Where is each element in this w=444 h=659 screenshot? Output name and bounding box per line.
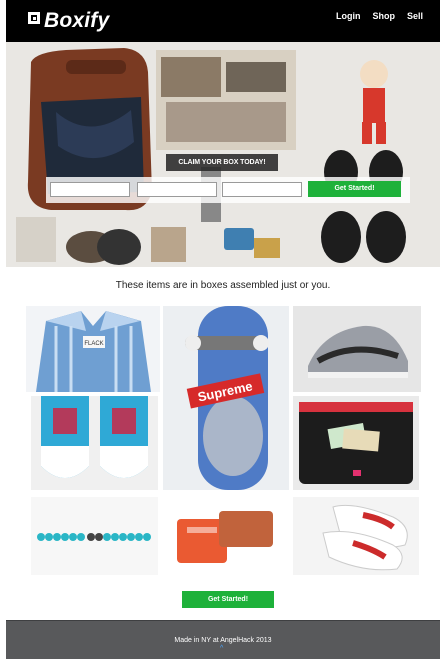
tagline: These items are in boxes assembled just … (115, 280, 331, 291)
footer: Made in NY at AngelHack 2013 ^ (6, 620, 440, 659)
product-tile-slipons[interactable] (31, 396, 158, 490)
product-tile-skateboard[interactable]: Supreme (163, 306, 289, 490)
top-navbar: Boxify Login Shop Sell (6, 0, 440, 42)
nav-login-link[interactable]: Login (336, 11, 361, 21)
product-tile-sneakers-red[interactable] (293, 497, 419, 575)
turquoise-bracelet-image (31, 497, 158, 575)
nav-shop-link[interactable]: Shop (372, 11, 395, 21)
nav-sell-link[interactable]: Sell (407, 11, 423, 21)
product-tile-bracelet[interactable] (31, 497, 158, 575)
claim-box-label: CLAIM YOUR BOX TODAY! (166, 154, 278, 171)
orange-wallets-image (163, 497, 289, 575)
clutch-with-bills-image (293, 396, 419, 490)
scroll-up-icon[interactable]: ^ (220, 645, 226, 652)
hero-get-started-button[interactable]: Get Started! (308, 181, 401, 197)
bottom-get-started-button[interactable]: Get Started! (182, 591, 274, 608)
box-logo-icon (28, 12, 40, 24)
silver-sneaker-image (293, 306, 421, 392)
striped-shirt-image: FLACK (26, 306, 160, 392)
page-frame: Boxify Login Shop Sell CLAIM YOUR BOX TO… (6, 0, 440, 659)
hero-banner: CLAIM YOUR BOX TODAY! Get Started! (6, 42, 440, 267)
nav-links: Login Shop Sell (336, 11, 423, 21)
red-white-sneakers-image (293, 497, 419, 575)
blue-slip-on-image (31, 396, 158, 490)
product-tile-shirt[interactable]: FLACK (26, 306, 160, 392)
signup-field-1[interactable] (50, 182, 130, 197)
signup-field-3[interactable] (222, 182, 302, 197)
product-tile-clutch[interactable] (293, 396, 419, 490)
brand-name: Boxify (44, 9, 110, 32)
footer-credit: Made in NY at AngelHack 2013 (174, 637, 272, 644)
signup-field-2[interactable] (137, 182, 217, 197)
product-tile-wallets[interactable] (163, 497, 289, 575)
product-tile-sneaker-silver[interactable] (293, 306, 421, 392)
brand-logo[interactable]: Boxify (28, 9, 109, 33)
shirt-tag-label: FLACK (84, 341, 103, 347)
supreme-skateboard-image: Supreme (163, 306, 289, 490)
